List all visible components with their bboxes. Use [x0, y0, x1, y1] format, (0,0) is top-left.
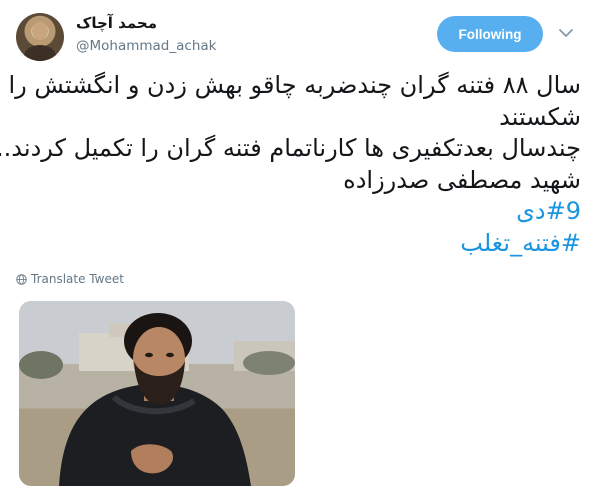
- tweet-text: سال ۸۸ فتنه گران چندضربه چاقو بهش زدن و …: [0, 70, 581, 260]
- hashtag-link[interactable]: #فتنه_تغلب: [21, 228, 581, 260]
- hashtag-link[interactable]: #9دی: [21, 196, 581, 228]
- chevron-down-icon[interactable]: [557, 24, 575, 42]
- avatar-body-shape: [24, 45, 56, 61]
- tweet-text-line: شهید مصطفی صدرزاده: [343, 165, 581, 194]
- tweet-text-line: چندسال بعدتکفیری ها کارناتمام فتنه گران …: [0, 134, 581, 162]
- photo-eye-shape: [145, 352, 153, 358]
- tweet-photo[interactable]: [19, 301, 295, 486]
- following-button[interactable]: Following: [437, 16, 543, 52]
- photo-tree-shape: [243, 351, 295, 375]
- photo-eye-shape: [166, 352, 174, 358]
- photo-illustration: [19, 313, 295, 486]
- photo-tree-shape: [19, 351, 63, 379]
- globe-icon: [16, 273, 27, 285]
- translate-tweet-link[interactable]: Translate Tweet: [16, 272, 124, 286]
- tweet-text-line: سال ۸۸ فتنه گران چندضربه چاقو بهش زدن و …: [8, 71, 581, 99]
- avatar[interactable]: [16, 13, 64, 61]
- tweet-card: محمد آچاک @Mohammad_achak Following سال …: [0, 0, 603, 495]
- avatar-head-shape: [32, 22, 48, 40]
- author-name[interactable]: محمد آچاک: [76, 14, 157, 32]
- translate-label: Translate Tweet: [31, 272, 124, 286]
- author-handle[interactable]: @Mohammad_achak: [76, 38, 216, 54]
- tweet-text-line: شکستند: [499, 102, 581, 131]
